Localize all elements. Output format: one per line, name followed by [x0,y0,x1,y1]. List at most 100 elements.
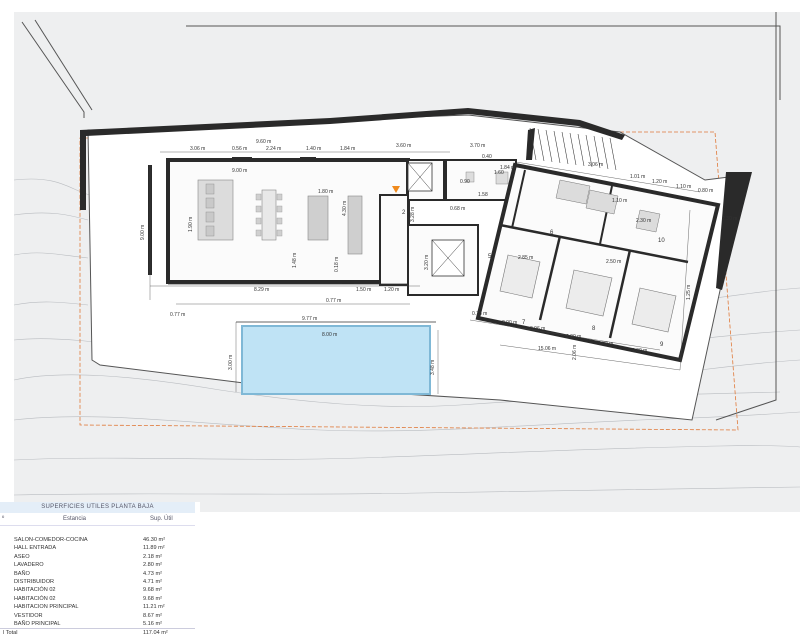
dim-top-2: 2.24 m [266,146,281,152]
dim-bottom-0: 8.29 m [254,287,269,293]
kitchen-island [307,195,329,241]
dim-inner-7: 2.50 m [606,259,621,265]
table-row: HALL ENTRADA 11.89 m² [0,544,195,552]
dim-side-1: 1.90 m [188,217,194,232]
room-area: 8.67 m² [143,612,162,619]
dim-side-5: 3.20 m [424,255,430,270]
col-header-area: Sup. Útil [150,516,173,522]
table-header: º Estancia Sup. Útil [0,514,195,526]
dim-bottom-11: 15.06 m [538,346,556,352]
room-name: BAÑO [14,570,30,577]
room-area: 4.71 m² [143,578,162,585]
table-row: LAVADERO 2.80 m² [0,561,195,569]
table-row: DISTRIBUIDOR 4.71 m² [0,578,195,586]
dim-pool-0: 9.77 m [302,316,317,322]
dim-bottom-5: 0.73 m [472,311,487,317]
dim-inner-6: 2.30 m [636,218,651,224]
dim-inner-5: 1.60 [494,170,504,176]
dim-side-7: 3.00 m [228,355,234,370]
armchair [205,183,215,195]
room-name: VESTIDOR [14,612,43,619]
armchair [205,197,215,209]
armchair [205,225,215,237]
room-area: 9.68 m² [143,587,162,594]
room-area: 11.21 m² [143,604,165,611]
dim-top-4: 1.84 m [340,146,355,152]
dim-bottom-6: 2.00 m [502,320,517,326]
dim-bottom-4: 0.77 m [326,298,341,304]
room-name: SALON-COMEDOR-COCINA [14,537,88,543]
room-name: DISTRIBUIDOR [14,578,55,585]
dim-side-4: 4.30 m [342,201,348,216]
dim-side-3: 0.18 m [334,257,340,272]
room-name: HABITACIÓN 02 [14,595,56,602]
dim-bottom-3: 0.77 m [170,312,185,318]
table-body: SALON-COMEDOR-COCINA 46.30 m² HALL ENTRAD… [0,536,195,638]
dim-top-13: 0.80 m [698,188,713,194]
table-row: SALON-COMEDOR-COCINA 46.30 m² [0,536,195,544]
room-area: 11.89 m² [143,545,165,552]
dim-inner-4: 1.58 [478,192,488,198]
table-row: BAÑO 4.73 m² [0,570,195,578]
col-header-room: Estancia [63,516,87,522]
room-area: 2.80 m² [143,562,162,569]
dim-side-8: 3.48 m [430,360,436,375]
sofa [197,179,234,241]
dim-side-9: 2.30 m [722,216,737,222]
room-name: HABITACIÓN 02 [14,587,56,594]
dim-inner-1: 1.80 m [318,189,333,195]
kitchen-counter [347,195,363,255]
dim-top-1: 0.56 m [232,146,247,152]
dim-side-6: 3.28 m [410,207,416,222]
table-row: HABITACIÓN 02 9.68 m² [0,595,195,603]
room-area: 4.73 m² [143,570,162,577]
dim-top-7: 3.70 m [470,143,485,149]
table-row: HABITACION PRINCIPAL 11.21 m² [0,603,195,611]
total-label: l Total [3,630,18,637]
armchair [205,211,215,223]
room-name: HABITACION PRINCIPAL [14,604,79,611]
room-number-10: 10 [658,238,665,244]
room-area: 9.68 m² [143,595,162,602]
table-row: HABITACIÓN 02 9.68 m² [0,586,195,594]
dim-top-9: 3.06 m [588,162,603,168]
room-name: HALL ENTRADA [14,545,57,552]
table-title: SUPERFICIES UTILES PLANTA BAJA [0,502,195,513]
dim-inner-8: 2.85 m [518,255,533,261]
dim-bottom-7: 0.96 m [530,326,545,332]
dim-inner-10: 0.68 m [450,206,465,212]
dim-side-2: 1.48 m [292,253,298,268]
dim-bottom-10: 2.00 m [632,348,647,354]
dim-top-10: 1.01 m [630,174,645,180]
room-name: ASEO [14,553,30,560]
dim-bottom-2: 1.20 m [384,287,399,293]
room-area: 46.30 m² [143,537,166,543]
dim-top-8: 0.40 [482,154,492,160]
dim-inner-0: 9.00 m [232,168,247,174]
room-name: LAVADERO [14,562,44,569]
room-area: 5.16 m² [143,620,162,627]
area-table: SUPERFICIES UTILES PLANTA BAJA º Estanci… [0,502,200,640]
dining-table [261,189,277,241]
dim-inner-9: 1.10 m [612,198,627,204]
dim-top-11: 1.20 m [652,179,667,185]
table-total-row: l Total 117.04 m² [0,628,195,637]
plan-margin-left [0,0,14,515]
dim-pool-1: 8.00 m [322,332,337,338]
dim-top-0: 3.06 m [190,146,205,152]
dim-bottom-8: 2.00 m [566,334,581,340]
table-row: ASEO 2.18 m² [0,553,195,561]
floor-plan-drawing: 3.06 m 0.56 m 2.24 m 1.40 m 1.84 m 9.60 … [0,0,800,515]
room-area: 2.18 m² [143,553,162,560]
dim-top-3: 1.40 m [306,146,321,152]
dim-bottom-9: 2.02 m [598,341,613,347]
dim-side-10: 1.25 m [686,285,692,300]
table-row: VESTIDOR 8.67 m² [0,612,195,620]
plan-margin-top [0,0,800,12]
room-name: BAÑO PRINCIPAL [14,620,61,627]
dim-side-11: 2.06 m [572,345,578,360]
table-row: BAÑO PRINCIPAL 5.16 m² [0,620,195,628]
dim-top-12: 1.10 m [676,184,691,190]
dim-side-0: 9.00 m [140,225,146,240]
dim-inner-3: 0.90 [460,179,470,185]
